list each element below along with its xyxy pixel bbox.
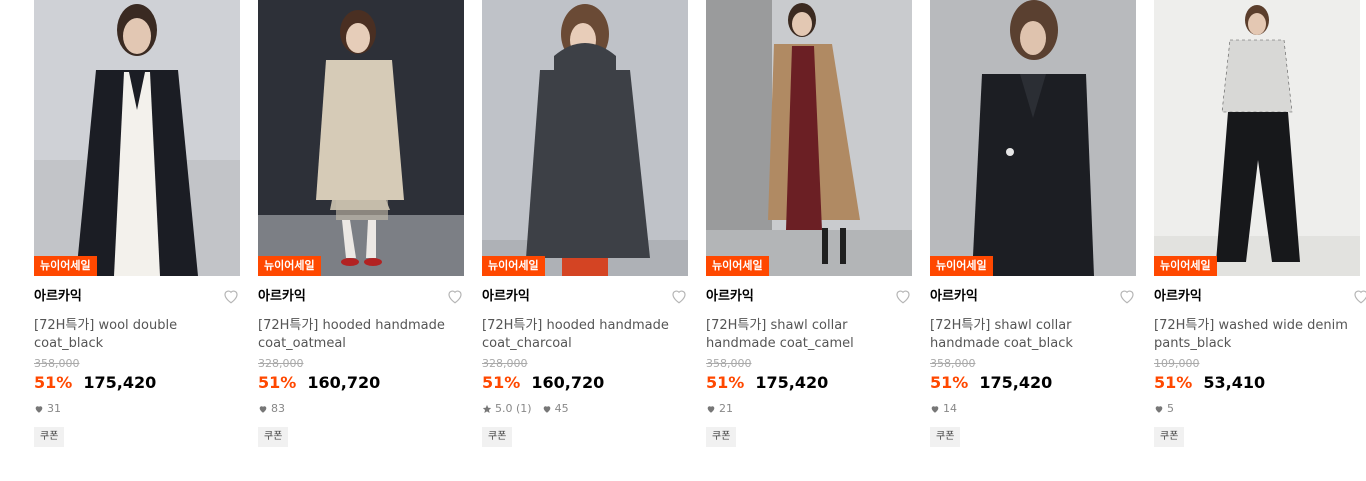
product-image[interactable]: 뉴이어세일 (482, 0, 688, 276)
original-price: 358,000 (34, 357, 80, 370)
wishlist-heart-icon[interactable] (446, 287, 464, 305)
original-price: 109,000 (1154, 357, 1200, 370)
brand-name[interactable]: 아르카익 (1154, 285, 1366, 309)
coupon-tag: 쿠폰 (482, 427, 513, 447)
product-name[interactable]: [72H특가] hooded handmade coat_charcoal (482, 317, 688, 353)
heart-filled-icon (930, 404, 940, 414)
brand-name[interactable]: 아르카익 (706, 285, 912, 309)
product-card[interactable]: 뉴이어세일 아르카익 [72H특가] hooded handmade coat_… (258, 0, 464, 447)
wishlist-heart-icon[interactable] (222, 287, 240, 305)
rating-text: 5.0 (1) (495, 402, 532, 415)
discount-rate: 51% (34, 373, 73, 392)
sale-price: 160,720 (531, 373, 605, 392)
sale-badge: 뉴이어세일 (482, 256, 545, 276)
like-count: 5 (1167, 402, 1174, 415)
wishlist-heart-icon[interactable] (1352, 287, 1366, 305)
sale-price: 53,410 (1203, 373, 1266, 392)
heart-filled-icon (706, 404, 716, 414)
heart-filled-icon (258, 404, 268, 414)
original-price: 328,000 (482, 357, 528, 370)
brand-name[interactable]: 아르카익 (34, 285, 240, 309)
wishlist-heart-icon[interactable] (1118, 287, 1136, 305)
product-image[interactable]: 뉴이어세일 (706, 0, 912, 276)
discount-rate: 51% (930, 373, 969, 392)
brand-name[interactable]: 아르카익 (258, 285, 464, 309)
coupon-tag: 쿠폰 (258, 427, 289, 447)
product-card[interactable]: 뉴이어세일 아르카익 [72H특가] wool double coat_blac… (34, 0, 240, 447)
sale-price: 175,420 (83, 373, 157, 392)
sale-badge: 뉴이어세일 (34, 256, 97, 276)
product-card[interactable]: 뉴이어세일 아르카익 [72H특가] shawl collar handmade… (930, 0, 1136, 447)
sale-badge: 뉴이어세일 (258, 256, 321, 276)
sale-price: 175,420 (755, 373, 829, 392)
product-name[interactable]: [72H특가] shawl collar handmade coat_black (930, 317, 1136, 353)
product-name[interactable]: [72H특가] shawl collar handmade coat_camel (706, 317, 912, 353)
like-count: 45 (554, 402, 569, 415)
product-name[interactable]: [72H특가] wool double coat_black (34, 317, 240, 353)
sale-price: 175,420 (979, 373, 1053, 392)
discount-rate: 51% (482, 373, 521, 392)
brand-name[interactable]: 아르카익 (482, 285, 688, 309)
wishlist-heart-icon[interactable] (670, 287, 688, 305)
product-image[interactable]: 뉴이어세일 (1154, 0, 1360, 276)
discount-rate: 51% (1154, 373, 1193, 392)
product-image[interactable]: 뉴이어세일 (258, 0, 464, 276)
product-card[interactable]: 뉴이어세일 아르카익 [72H특가] hooded handmade coat_… (482, 0, 688, 447)
sale-price: 160,720 (307, 373, 381, 392)
heart-filled-icon (1154, 404, 1164, 414)
coupon-tag: 쿠폰 (706, 427, 737, 447)
wishlist-heart-icon[interactable] (894, 287, 912, 305)
original-price: 358,000 (930, 357, 976, 370)
sale-badge: 뉴이어세일 (706, 256, 769, 276)
discount-rate: 51% (706, 373, 745, 392)
discount-rate: 51% (258, 373, 297, 392)
product-card[interactable]: 뉴이어세일 아르카익 [72H특가] shawl collar handmade… (706, 0, 912, 447)
product-name[interactable]: [72H특가] washed wide denim pants_black (1154, 317, 1366, 353)
heart-filled-icon (34, 404, 44, 414)
coupon-tag: 쿠폰 (1154, 427, 1185, 447)
original-price: 358,000 (706, 357, 752, 370)
product-card[interactable]: 뉴이어세일 아르카익 [72H특가] washed wide denim pan… (1154, 0, 1366, 447)
sale-badge: 뉴이어세일 (930, 256, 993, 276)
product-image[interactable]: 뉴이어세일 (930, 0, 1136, 276)
like-count: 31 (47, 402, 61, 415)
coupon-tag: 쿠폰 (930, 427, 961, 447)
heart-filled-icon (542, 404, 552, 414)
product-image[interactable]: 뉴이어세일 (34, 0, 240, 276)
product-name[interactable]: [72H특가] hooded handmade coat_oatmeal (258, 317, 464, 353)
sale-badge: 뉴이어세일 (1154, 256, 1217, 276)
like-count: 14 (943, 402, 957, 415)
star-icon (482, 404, 492, 414)
original-price: 328,000 (258, 357, 304, 370)
like-count: 21 (719, 402, 733, 415)
like-count: 83 (271, 402, 285, 415)
brand-name[interactable]: 아르카익 (930, 285, 1136, 309)
product-grid: 뉴이어세일 아르카익 [72H특가] wool double coat_blac… (0, 0, 1366, 481)
coupon-tag: 쿠폰 (34, 427, 65, 447)
